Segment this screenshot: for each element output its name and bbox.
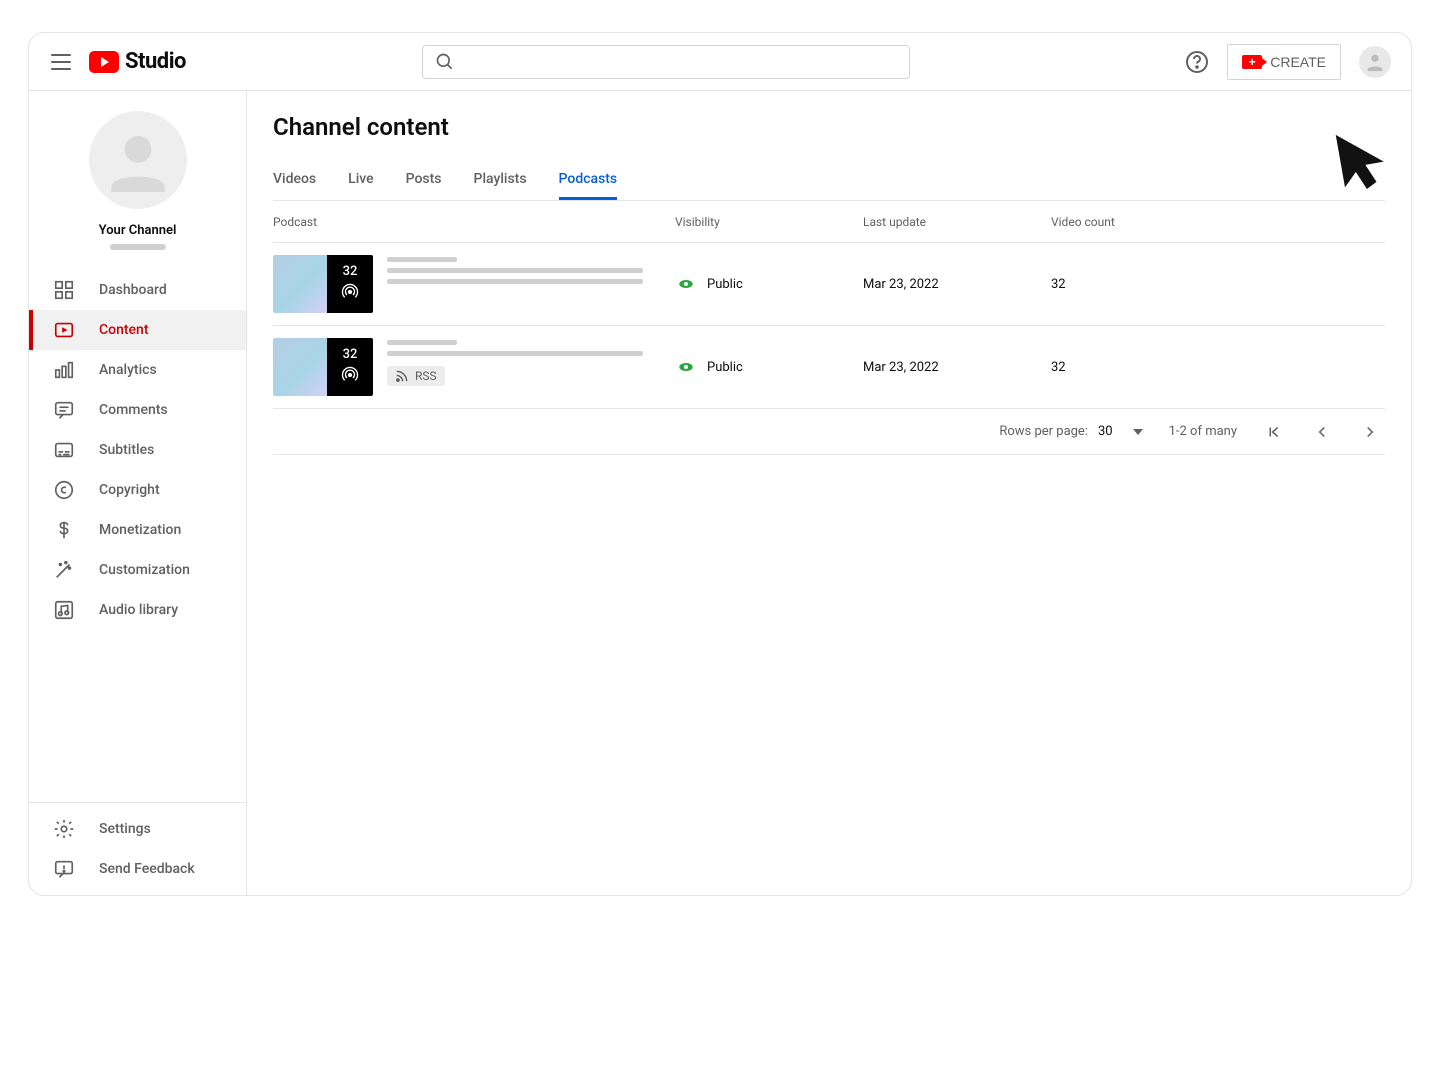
video-count-cell: 32 xyxy=(1051,360,1385,375)
visibility-cell[interactable]: Public xyxy=(675,274,863,294)
visibility-label: Public xyxy=(707,360,743,375)
sidebar: Your Channel Dashboard Content Analytics Co… xyxy=(29,91,247,895)
search-box[interactable] xyxy=(422,45,910,79)
subtitles-icon xyxy=(53,439,75,461)
tab-posts[interactable]: Posts xyxy=(406,161,442,200)
sidebar-item-label: Analytics xyxy=(99,362,157,378)
monetization-icon xyxy=(53,519,75,541)
copyright-icon xyxy=(53,479,75,501)
visibility-label: Public xyxy=(707,277,743,292)
comments-icon xyxy=(53,399,75,421)
column-header: Last update xyxy=(863,215,1051,229)
pagination-bar: Rows per page: 30 1-2 of many xyxy=(273,409,1385,455)
episode-count: 32 xyxy=(343,264,358,279)
podcast-thumbnail[interactable]: 32 xyxy=(273,255,373,313)
studio-wordmark: Studio xyxy=(125,49,186,74)
analytics-icon xyxy=(53,359,75,381)
create-button[interactable]: CREATE xyxy=(1227,44,1341,80)
title-placeholder xyxy=(387,257,457,262)
table-row[interactable]: 32RSSPublicMar 23, 202232 xyxy=(273,326,1385,409)
sidebar-item-label: Comments xyxy=(99,402,168,418)
page-next-button[interactable] xyxy=(1359,421,1381,443)
tab-playlists[interactable]: Playlists xyxy=(474,161,527,200)
description-placeholder xyxy=(387,279,643,284)
channel-avatar[interactable] xyxy=(89,111,187,209)
customization-icon xyxy=(53,559,75,581)
create-label: CREATE xyxy=(1270,54,1326,70)
column-header: Video count xyxy=(1051,215,1385,229)
channel-handle-placeholder xyxy=(110,244,166,250)
last-update-cell: Mar 23, 2022 xyxy=(863,360,1051,375)
last-update-cell: Mar 23, 2022 xyxy=(863,277,1051,292)
content-icon xyxy=(53,319,75,341)
description-placeholder xyxy=(387,268,643,273)
sidebar-item-label: Send Feedback xyxy=(99,861,195,877)
sidebar-item-analytics[interactable]: Analytics xyxy=(29,350,246,390)
page-prev-button[interactable] xyxy=(1311,421,1333,443)
sidebar-item-label: Subtitles xyxy=(99,442,154,458)
sidebar-item-label: Settings xyxy=(99,821,151,837)
visibility-cell[interactable]: Public xyxy=(675,357,863,377)
search-icon xyxy=(435,52,455,72)
episode-count: 32 xyxy=(343,347,358,362)
channel-name: Your Channel xyxy=(99,223,177,238)
sidebar-item-subtitles[interactable]: Subtitles xyxy=(29,430,246,470)
sidebar-item-customization[interactable]: Customization xyxy=(29,550,246,590)
audio-icon xyxy=(53,599,75,621)
rss-chip: RSS xyxy=(387,366,445,386)
rows-per-page-value: 30 xyxy=(1098,424,1113,439)
hamburger-menu[interactable] xyxy=(49,50,73,74)
sidebar-item-monetization[interactable]: Monetization xyxy=(29,510,246,550)
account-avatar[interactable] xyxy=(1359,46,1391,78)
sidebar-item-label: Dashboard xyxy=(99,282,167,298)
episode-count-badge: 32 xyxy=(327,255,373,313)
sidebar-item-settings[interactable]: Settings xyxy=(29,809,246,849)
sidebar-item-dashboard[interactable]: Dashboard xyxy=(29,270,246,310)
tab-live[interactable]: Live xyxy=(348,161,373,200)
search-input[interactable] xyxy=(463,54,897,70)
sidebar-item-copyright[interactable]: Copyright xyxy=(29,470,246,510)
video-count-cell: 32 xyxy=(1051,277,1385,292)
youtube-icon xyxy=(89,51,119,73)
sidebar-item-send-feedback[interactable]: Send Feedback xyxy=(29,849,246,889)
sidebar-item-audio-library[interactable]: Audio library xyxy=(29,590,246,630)
description-placeholder xyxy=(387,351,643,356)
table-row[interactable]: 32PublicMar 23, 202232 xyxy=(273,243,1385,326)
column-header: Podcast xyxy=(273,215,675,229)
sidebar-item-label: Customization xyxy=(99,562,190,578)
tab-videos[interactable]: Videos xyxy=(273,161,316,200)
column-header: Visibility xyxy=(675,215,863,229)
sidebar-item-content[interactable]: Content xyxy=(29,310,246,350)
sidebar-item-label: Monetization xyxy=(99,522,181,538)
episode-count-badge: 32 xyxy=(327,338,373,396)
settings-icon xyxy=(53,818,75,840)
podcast-icon xyxy=(341,366,359,388)
title-placeholder xyxy=(387,340,457,345)
podcast-icon xyxy=(341,283,359,305)
caret-down-icon xyxy=(1133,429,1143,435)
sidebar-item-label: Copyright xyxy=(99,482,160,498)
help-icon[interactable] xyxy=(1185,50,1209,74)
camera-icon xyxy=(1242,55,1262,69)
pagination-range: 1-2 of many xyxy=(1169,424,1237,439)
sidebar-item-label: Audio library xyxy=(99,602,178,618)
studio-logo[interactable]: Studio xyxy=(89,49,186,74)
cursor-icon xyxy=(1332,117,1396,197)
sidebar-item-label: Content xyxy=(99,322,149,338)
rows-per-page-label: Rows per page: xyxy=(999,424,1088,439)
feedback-icon xyxy=(53,858,75,880)
sidebar-item-comments[interactable]: Comments xyxy=(29,390,246,430)
visibility-icon xyxy=(675,274,697,294)
page-title: Channel content xyxy=(273,113,1385,141)
page-first-button[interactable] xyxy=(1263,421,1285,443)
podcast-thumbnail[interactable]: 32 xyxy=(273,338,373,396)
tab-podcasts[interactable]: Podcasts xyxy=(559,161,618,200)
dashboard-icon xyxy=(53,279,75,301)
rows-per-page-select[interactable]: Rows per page: 30 xyxy=(999,424,1142,439)
rss-label: RSS xyxy=(415,369,437,383)
visibility-icon xyxy=(675,357,697,377)
